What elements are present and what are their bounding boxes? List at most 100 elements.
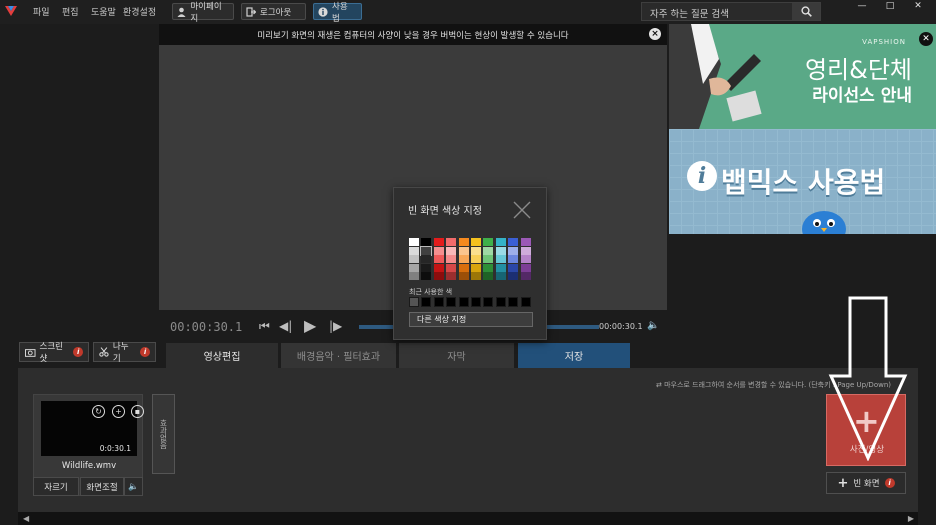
recent-color-swatch[interactable]: [495, 297, 506, 307]
color-swatch[interactable]: [446, 246, 457, 255]
color-swatch[interactable]: [520, 272, 531, 281]
color-swatch[interactable]: [471, 238, 481, 246]
menu-help[interactable]: 도움말: [91, 5, 116, 18]
step-forward-icon[interactable]: |▶: [329, 319, 342, 333]
rotate-icon[interactable]: ↻: [92, 405, 105, 418]
search-button[interactable]: [792, 3, 820, 20]
screenshot-button[interactable]: 스크린샷 i: [19, 342, 89, 364]
color-swatch[interactable]: [433, 263, 444, 272]
tab-save[interactable]: 저장: [518, 343, 630, 368]
color-swatch[interactable]: [520, 263, 531, 272]
color-swatch[interactable]: [471, 246, 481, 255]
color-swatch[interactable]: [433, 246, 444, 255]
recent-color-swatch[interactable]: [409, 297, 419, 307]
color-swatch[interactable]: [421, 238, 432, 246]
color-swatch[interactable]: [495, 263, 506, 272]
timeline-scrollbar[interactable]: ◀ ▶: [18, 512, 918, 525]
scroll-left-icon[interactable]: ◀: [23, 514, 29, 523]
maximize-button[interactable]: □: [877, 0, 903, 12]
clip-volume-icon[interactable]: 🔈: [124, 477, 143, 496]
dialog-close-icon[interactable]: [512, 200, 532, 220]
ad-close-icon[interactable]: ✕: [919, 32, 933, 46]
close-window-button[interactable]: ✕: [905, 0, 931, 12]
howto-ad[interactable]: i 뱁믹스 사용법: [669, 129, 936, 234]
recent-color-swatch[interactable]: [421, 297, 432, 307]
color-swatch[interactable]: [471, 255, 481, 264]
color-swatch[interactable]: [495, 246, 506, 255]
color-swatch[interactable]: [508, 238, 519, 246]
recent-color-swatch[interactable]: [433, 297, 444, 307]
color-swatch[interactable]: [508, 272, 519, 281]
screen-adjust-button[interactable]: 화면조절: [80, 477, 124, 496]
color-swatch[interactable]: [495, 255, 506, 264]
recent-color-swatch[interactable]: [508, 297, 519, 307]
blank-info-icon[interactable]: i: [884, 478, 895, 488]
color-swatch[interactable]: [483, 238, 494, 246]
color-swatch[interactable]: [421, 263, 432, 272]
tab-subtitle[interactable]: 자막: [399, 343, 514, 368]
color-swatch[interactable]: [446, 272, 457, 281]
color-swatch[interactable]: [409, 255, 419, 264]
color-swatch[interactable]: [508, 263, 519, 272]
color-swatch[interactable]: [409, 246, 419, 255]
color-swatch[interactable]: [520, 255, 531, 264]
color-swatch[interactable]: [446, 255, 457, 264]
color-swatch[interactable]: [409, 238, 419, 246]
recent-color-swatch[interactable]: [520, 297, 531, 307]
faq-search-box[interactable]: 자주 하는 질문 검색: [641, 2, 821, 21]
screenshot-info-icon[interactable]: i: [73, 347, 83, 357]
recent-color-swatch[interactable]: [446, 297, 457, 307]
transition-effect[interactable]: 효과없음: [152, 394, 175, 474]
color-swatch[interactable]: [458, 263, 469, 272]
howto-button[interactable]: 사용법: [313, 2, 362, 24]
color-swatch[interactable]: [483, 255, 494, 264]
search-input[interactable]: 자주 하는 질문 검색: [650, 6, 729, 20]
blank-screen-button[interactable]: + 빈 화면 i: [826, 472, 906, 494]
logout-button[interactable]: 로그아웃: [241, 3, 306, 20]
add-icon[interactable]: +: [112, 405, 125, 418]
tab-music-filter[interactable]: 배경음악 · 필터효과: [281, 343, 396, 368]
color-swatch[interactable]: [471, 263, 481, 272]
color-swatch[interactable]: [483, 246, 494, 255]
license-ad[interactable]: VAPSHION 영리&단체 라이선스 안내: [669, 24, 936, 129]
minimize-button[interactable]: —: [849, 0, 875, 12]
color-swatch[interactable]: [433, 238, 444, 246]
color-swatch[interactable]: [458, 238, 469, 246]
color-swatch[interactable]: [446, 263, 457, 272]
notice-close-icon[interactable]: ×: [649, 28, 661, 40]
color-swatch[interactable]: [421, 255, 432, 264]
color-swatch[interactable]: [520, 238, 531, 246]
menu-edit[interactable]: 편집: [62, 5, 79, 18]
split-info-icon[interactable]: i: [140, 347, 150, 357]
volume-icon[interactable]: 🔈: [647, 320, 659, 331]
color-swatch[interactable]: [446, 238, 457, 246]
recent-color-swatch[interactable]: [471, 297, 481, 307]
color-swatch[interactable]: [458, 246, 469, 255]
scroll-right-icon[interactable]: ▶: [908, 514, 914, 523]
color-swatch[interactable]: [520, 246, 531, 255]
color-swatch[interactable]: [508, 246, 519, 255]
play-icon[interactable]: ▶: [304, 316, 316, 335]
skip-start-icon[interactable]: ⏮: [259, 319, 270, 334]
color-swatch[interactable]: [471, 272, 481, 281]
trim-button[interactable]: 자르기: [33, 477, 79, 496]
menu-file[interactable]: 파일: [33, 5, 50, 18]
ad-banner[interactable]: VAPSHION 영리&단체 라이선스 안내 i 뱁믹스 사용법: [669, 24, 936, 234]
color-swatch[interactable]: [409, 263, 419, 272]
recent-color-swatch[interactable]: [458, 297, 469, 307]
recent-color-swatch[interactable]: [483, 297, 494, 307]
color-swatch[interactable]: [409, 272, 419, 281]
more-colors-button[interactable]: 다른 색상 지정: [409, 312, 533, 327]
color-swatch[interactable]: [458, 255, 469, 264]
tab-video-edit[interactable]: 영상편집: [166, 343, 278, 368]
delete-icon[interactable]: ▪: [131, 405, 144, 418]
color-swatch[interactable]: [433, 272, 444, 281]
color-swatch[interactable]: [458, 272, 469, 281]
color-swatch[interactable]: [483, 263, 494, 272]
color-swatch[interactable]: [495, 238, 506, 246]
color-swatch[interactable]: [420, 245, 433, 256]
color-swatch[interactable]: [508, 255, 519, 264]
color-swatch[interactable]: [421, 272, 432, 281]
color-swatch[interactable]: [433, 255, 444, 264]
color-swatch[interactable]: [483, 272, 494, 281]
